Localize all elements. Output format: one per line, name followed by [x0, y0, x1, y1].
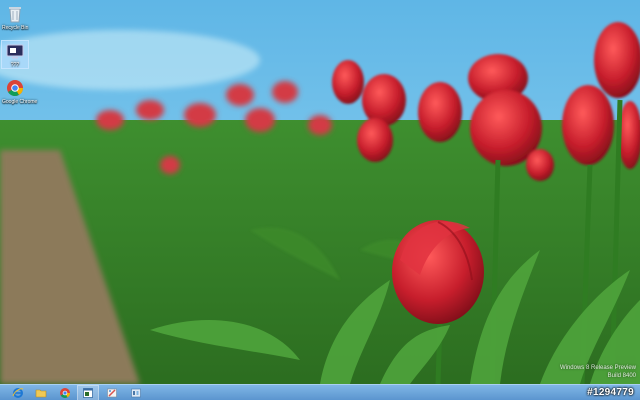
desktop-icon-chrome[interactable]: Google Chrome — [2, 78, 38, 105]
internet-explorer-icon — [12, 388, 24, 398]
desktop-icon-app[interactable]: ??? — [1, 40, 29, 69]
watermark-line-1: Windows 8 Release Preview — [559, 365, 636, 371]
desktop[interactable]: Recycle Bin ??? Google Chrome Windows 8 … — [0, 0, 640, 384]
image-id-stamp: #1294779 — [587, 387, 634, 398]
taskbar-button-paint[interactable] — [102, 386, 122, 400]
taskbar-button-chrome[interactable] — [55, 386, 75, 400]
chrome-icon — [60, 388, 70, 398]
desktop-icon-label: ??? — [10, 62, 20, 68]
chrome-icon — [7, 80, 23, 96]
taskbar-button-internet-explorer[interactable] — [8, 386, 28, 400]
desktop-icon-label: Recycle Bin — [2, 25, 29, 31]
paint-icon — [107, 388, 117, 398]
recycle-bin-icon — [9, 7, 21, 23]
monitor-app-icon — [6, 44, 24, 59]
desktop-icon-recycle-bin[interactable]: Recycle Bin — [2, 4, 28, 31]
app-window-icon — [83, 388, 93, 398]
build-watermark: Windows 8 Release Preview Build 8400 — [560, 364, 636, 380]
watermark-line-2: Build 8400 — [607, 373, 636, 379]
tulip-wallpaper — [0, 0, 640, 384]
desktop-icon-label: Google Chrome — [2, 99, 38, 105]
file-explorer-icon — [35, 389, 47, 398]
taskbar — [0, 384, 640, 400]
taskbar-button-file-explorer[interactable] — [31, 386, 51, 400]
taskbar-button-control-panel[interactable] — [126, 386, 146, 400]
control-panel-icon — [131, 388, 141, 398]
taskbar-button-app-window[interactable] — [77, 385, 99, 400]
